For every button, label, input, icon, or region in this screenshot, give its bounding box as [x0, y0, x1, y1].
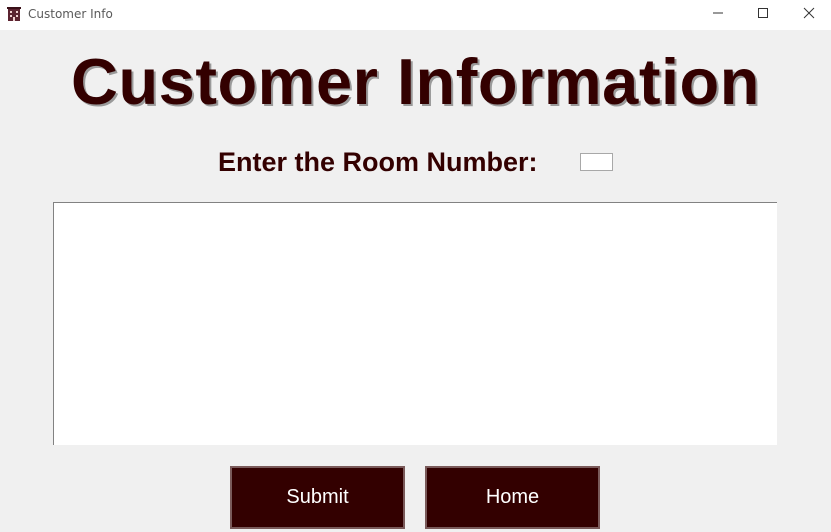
minimize-button[interactable] [695, 0, 741, 30]
title-bar: Customer Info [0, 0, 831, 30]
window-title: Customer Info [28, 7, 113, 21]
minimize-icon [712, 6, 724, 24]
maximize-button[interactable] [740, 0, 786, 30]
room-number-label: Enter the Room Number: [218, 147, 538, 177]
hotel-icon [7, 6, 21, 22]
customer-info-window: Customer Info Customer Information Enter… [0, 0, 831, 532]
maximize-icon [757, 6, 769, 24]
close-button[interactable] [786, 0, 831, 30]
customer-details-text-area[interactable] [53, 202, 777, 445]
home-button[interactable]: Home [425, 466, 600, 529]
room-number-input[interactable] [580, 153, 613, 171]
page-title: Customer Information [71, 45, 760, 118]
close-icon [803, 6, 815, 24]
submit-button[interactable]: Submit [230, 466, 405, 529]
